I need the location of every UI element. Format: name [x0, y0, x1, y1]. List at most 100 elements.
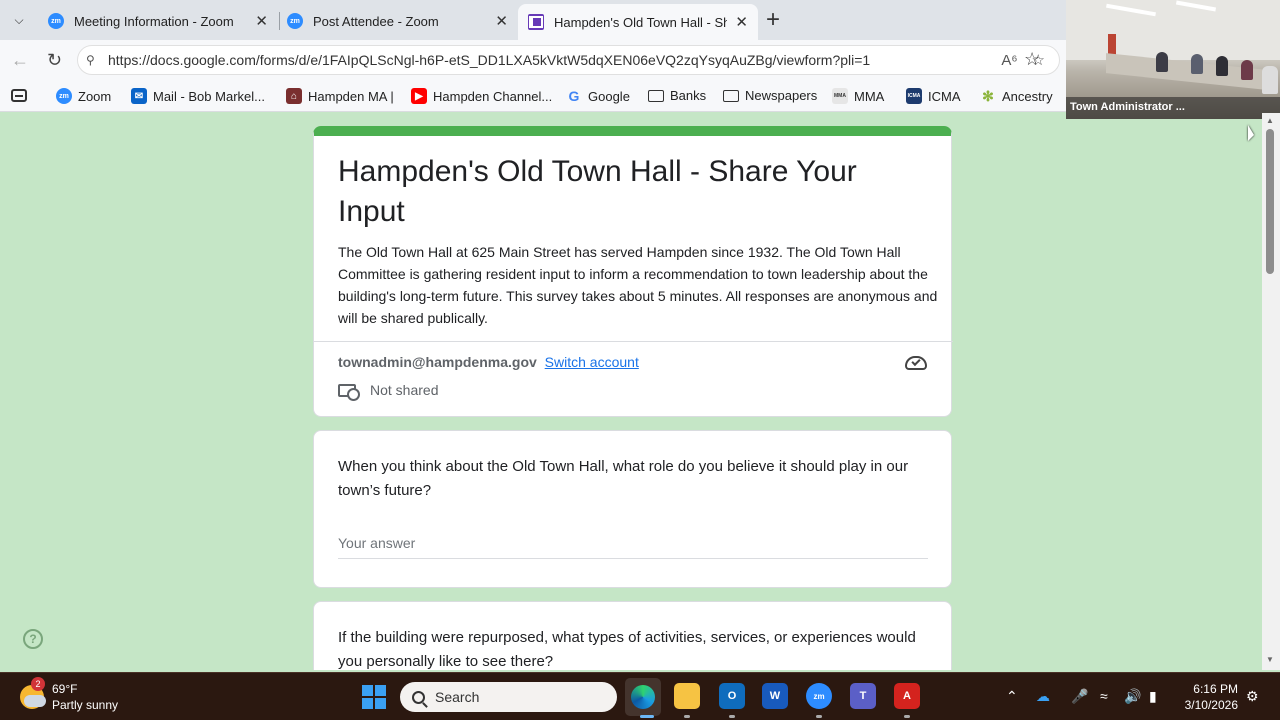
answer-input[interactable]: Your answer [338, 535, 928, 559]
not-shared-label: Not shared [370, 382, 439, 398]
bookmark-mma[interactable]: MMA MMA [832, 88, 884, 104]
bookmark-ancestry[interactable]: ✻ Ancestry [980, 87, 1053, 104]
bookmarks-bar: zm Zoom ✉ Mail - Bob Markel... ⌂ Hampden… [0, 80, 1066, 112]
bookmark-label: Zoom [78, 88, 112, 104]
system-clock[interactable]: 6:16 PM 3/10/2026 [1178, 681, 1238, 713]
bookmark-google[interactable]: G Google [566, 88, 630, 104]
help-icon[interactable]: ? [23, 629, 43, 649]
form-page: Hampden's Old Town Hall - Share Your Inp… [0, 113, 1262, 670]
zoom-icon[interactable]: zm [806, 683, 832, 709]
bookmark-label: Hampden Channel... [433, 88, 553, 104]
favorites-icon[interactable]: ☆ [1024, 49, 1040, 70]
clock-time: 6:16 PM [1193, 682, 1238, 696]
notifications-bell-icon[interactable]: ⚙ [1246, 688, 1259, 705]
tab-title: Post Attendee - Zoom [313, 13, 439, 29]
ancestry-icon: ✻ [982, 87, 994, 104]
scroll-down-arrow-icon[interactable]: ▼ [1266, 655, 1274, 664]
bookmark-label: Newspapers [745, 88, 818, 103]
read-aloud-icon[interactable]: A⁶ [1001, 52, 1017, 69]
start-button-windows-icon[interactable] [362, 685, 386, 709]
reload-icon[interactable]: ↻ [47, 50, 62, 71]
file-explorer-icon[interactable] [674, 683, 700, 709]
mail-icon: ✉ [131, 88, 147, 104]
question-card: When you think about the Old Town Hall, … [313, 430, 952, 588]
question-card: If the building were repurposed, what ty… [313, 601, 952, 670]
icma-icon: ICMA [906, 88, 922, 104]
video-background [1066, 0, 1280, 60]
bookmark-label: Hampden MA | [308, 88, 394, 104]
microphone-icon[interactable]: 🎤 [1071, 688, 1088, 705]
tab-post-attendee[interactable]: zm Post Attendee - Zoom ✕ [277, 6, 518, 36]
bookmark-hampden-channel[interactable]: ▶ Hampden Channel... [411, 88, 552, 104]
close-icon[interactable]: ✕ [735, 13, 748, 31]
onedrive-cloud-icon[interactable]: ☁ [1036, 688, 1050, 705]
tab-actions-chevron-icon[interactable]: ⌵ [6, 7, 32, 33]
form-header-card: Hampden's Old Town Hall - Share Your Inp… [313, 126, 953, 417]
mouse-cursor-icon [1248, 125, 1254, 141]
edge-browser-icon[interactable] [625, 678, 661, 716]
tab-title: Meeting Information - Zoom [74, 13, 234, 29]
folder-icon [648, 89, 664, 102]
scrollbar[interactable]: ▲ ▼ [1262, 113, 1280, 670]
acrobat-icon[interactable]: A [894, 683, 920, 709]
url-text[interactable]: https://docs.google.com/forms/d/e/1FAIpQ… [108, 52, 1001, 68]
sidebar-toggle-icon[interactable] [11, 89, 27, 102]
bookmark-icma[interactable]: ICMA ICMA [906, 88, 961, 104]
app-indicator [816, 715, 822, 718]
close-icon[interactable]: ✕ [495, 12, 508, 30]
clock-date: 3/10/2026 [1184, 698, 1238, 712]
wifi-icon[interactable]: ≈ [1100, 688, 1108, 704]
attendee [1156, 52, 1168, 72]
google-forms-icon [528, 14, 544, 30]
scroll-up-arrow-icon[interactable]: ▲ [1266, 116, 1274, 125]
zoom-icon: zm [56, 88, 72, 104]
bookmark-label: ICMA [928, 88, 961, 104]
tab-title: Hampden's Old Town Hall - Share [554, 14, 728, 30]
google-icon: G [568, 88, 580, 104]
mma-icon: MMA [832, 88, 848, 104]
bookmark-label: Banks [670, 88, 707, 103]
weather-temp: 69°F [52, 682, 78, 696]
taskbar-search[interactable]: Search [400, 682, 617, 712]
tab-old-town-hall[interactable]: Hampden's Old Town Hall - Share ✕ [518, 4, 758, 40]
outlook-icon[interactable]: O [719, 683, 745, 709]
battery-icon[interactable]: ▮ [1149, 688, 1157, 705]
search-label: Search [435, 689, 480, 705]
cloud-saved-icon [905, 356, 927, 370]
zoom-icon: zm [48, 13, 64, 29]
bookmark-hampden-ma[interactable]: ⌂ Hampden MA | [286, 88, 394, 104]
bookmark-label: Ancestry [1002, 88, 1053, 104]
word-icon[interactable]: W [762, 683, 788, 709]
show-hidden-icons-chevron-icon[interactable]: ⌃ [1006, 688, 1018, 705]
back-arrow-icon[interactable]: ← [11, 50, 29, 71]
site-info-icon[interactable]: ⚲ [86, 53, 100, 67]
notification-badge: 2 [31, 677, 45, 691]
active-app-indicator [640, 715, 654, 718]
account-row: townadmin@hampdenma.gov Switch account [338, 354, 639, 370]
attendee [1262, 66, 1278, 94]
volume-icon[interactable]: 🔊 [1124, 688, 1141, 705]
teams-icon[interactable]: T [850, 683, 876, 709]
tab-strip: ⌵ zm Meeting Information - Zoom ✕ zm Pos… [0, 0, 1066, 40]
bookmark-mail[interactable]: ✉ Mail - Bob Markel... [131, 88, 265, 104]
search-icon [412, 690, 425, 704]
address-bar[interactable]: ⚲ https://docs.google.com/forms/d/e/1FAI… [77, 45, 1060, 75]
scrollbar-thumb[interactable] [1266, 129, 1274, 274]
app-indicator [684, 715, 690, 718]
switch-account-link[interactable]: Switch account [545, 354, 639, 370]
bookmark-folder-banks[interactable]: Banks [648, 88, 706, 103]
form-description: The Old Town Hall at 625 Main Street has… [338, 244, 938, 326]
close-icon[interactable]: ✕ [255, 12, 268, 30]
tab-meeting-information[interactable]: zm Meeting Information - Zoom ✕ [38, 6, 278, 36]
town-icon: ⌂ [286, 88, 302, 104]
new-tab-plus-icon[interactable]: + [766, 8, 780, 32]
bookmark-zoom[interactable]: zm Zoom [56, 88, 111, 104]
attendee [1191, 54, 1203, 74]
form-title: Hampden's Old Town Hall - Share Your Inp… [338, 155, 857, 228]
app-indicator [904, 715, 910, 718]
meeting-video-thumbnail[interactable]: Town Administrator ... [1066, 0, 1280, 119]
bookmark-folder-newspapers[interactable]: Newspapers [723, 88, 817, 103]
weather-widget[interactable]: 2 69°F Partly sunny [20, 677, 118, 713]
folder-icon [723, 89, 739, 102]
bookmark-label: Google [588, 88, 630, 104]
